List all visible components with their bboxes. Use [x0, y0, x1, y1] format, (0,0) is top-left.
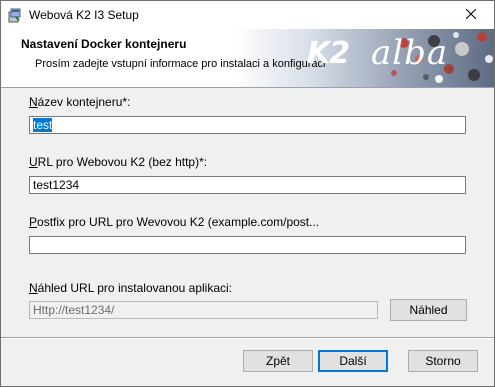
close-button[interactable]: [448, 1, 494, 29]
preview-label: Náhled URL pro instalovanou aplikaci:: [29, 281, 233, 295]
url-label: URL pro Webovou K2 (bez http)*:: [29, 155, 208, 169]
back-button[interactable]: Zpět: [243, 350, 313, 372]
close-icon: [465, 8, 477, 22]
banner-title: Nastavení Docker kontejneru: [21, 37, 187, 51]
k2-logo: K2: [307, 36, 350, 71]
preview-button[interactable]: Náhled: [390, 299, 467, 321]
window-title: Webová K2 I3 Setup: [29, 8, 139, 22]
alba-logo: alba: [371, 33, 449, 73]
banner-subtitle: Prosím zadejte vstupní informace pro ins…: [35, 58, 326, 70]
title-bar[interactable]: Webová K2 I3 Setup: [1, 1, 494, 29]
container-name-input[interactable]: test: [29, 116, 466, 134]
next-button[interactable]: Další: [318, 350, 388, 372]
postfix-input[interactable]: [29, 236, 466, 254]
postfix-label: Postfix pro URL pro Wevovou K2 (example.…: [29, 215, 320, 229]
installer-icon: [7, 7, 23, 23]
url-input[interactable]: test1234: [29, 176, 466, 194]
setup-window: Webová K2 I3 Setup Nastavení Docker kont…: [0, 0, 495, 387]
cancel-button[interactable]: Storno: [408, 350, 478, 372]
header-banner: Nastavení Docker kontejneru Prosím zadej…: [1, 29, 494, 87]
preview-url-field: Http://test1234/: [29, 301, 378, 319]
banner-divider: [1, 87, 494, 88]
container-name-label: Název kontejneru*:: [29, 95, 131, 109]
